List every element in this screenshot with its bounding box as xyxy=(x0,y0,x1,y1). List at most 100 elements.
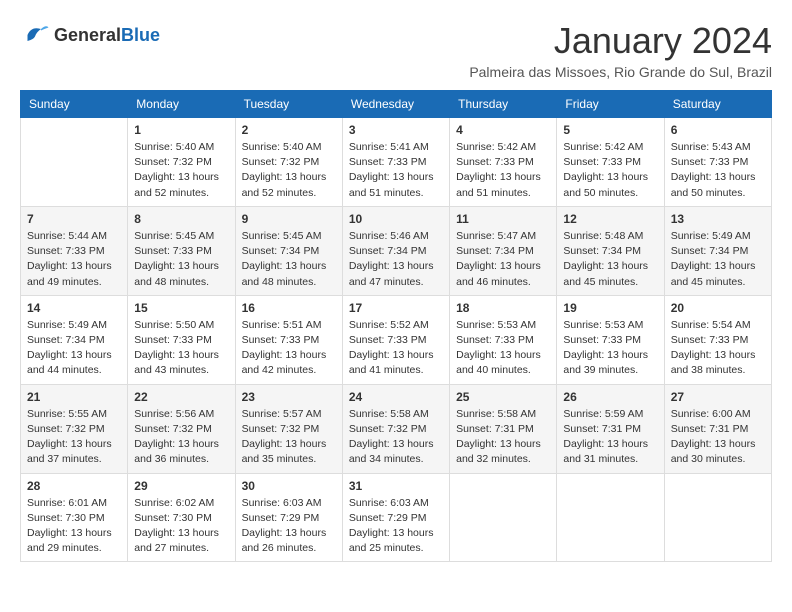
day-number: 6 xyxy=(671,123,765,137)
title-section: January 2024 Palmeira das Missoes, Rio G… xyxy=(469,20,772,80)
calendar-cell: 7 Sunrise: 5:44 AM Sunset: 7:33 PM Dayli… xyxy=(21,206,128,295)
calendar-cell: 19 Sunrise: 5:53 AM Sunset: 7:33 PM Dayl… xyxy=(557,295,664,384)
logo-blue-text: Blue xyxy=(121,25,160,45)
calendar-cell: 10 Sunrise: 5:46 AM Sunset: 7:34 PM Dayl… xyxy=(342,206,449,295)
day-number: 25 xyxy=(456,390,550,404)
day-info: Sunrise: 5:53 AM Sunset: 7:33 PM Dayligh… xyxy=(563,318,657,379)
day-info: Sunrise: 5:42 AM Sunset: 7:33 PM Dayligh… xyxy=(563,140,657,201)
day-number: 11 xyxy=(456,212,550,226)
calendar-week-row: 1 Sunrise: 5:40 AM Sunset: 7:32 PM Dayli… xyxy=(21,118,772,207)
calendar-cell: 23 Sunrise: 5:57 AM Sunset: 7:32 PM Dayl… xyxy=(235,384,342,473)
logo: GeneralBlue xyxy=(20,20,160,50)
day-number: 30 xyxy=(242,479,336,493)
column-header-wednesday: Wednesday xyxy=(342,91,449,118)
calendar-cell xyxy=(21,118,128,207)
calendar-cell: 11 Sunrise: 5:47 AM Sunset: 7:34 PM Dayl… xyxy=(450,206,557,295)
day-info: Sunrise: 5:49 AM Sunset: 7:34 PM Dayligh… xyxy=(27,318,121,379)
day-number: 12 xyxy=(563,212,657,226)
day-info: Sunrise: 5:49 AM Sunset: 7:34 PM Dayligh… xyxy=(671,229,765,290)
day-number: 14 xyxy=(27,301,121,315)
calendar-body: 1 Sunrise: 5:40 AM Sunset: 7:32 PM Dayli… xyxy=(21,118,772,562)
day-info: Sunrise: 5:53 AM Sunset: 7:33 PM Dayligh… xyxy=(456,318,550,379)
day-info: Sunrise: 5:46 AM Sunset: 7:34 PM Dayligh… xyxy=(349,229,443,290)
day-info: Sunrise: 5:57 AM Sunset: 7:32 PM Dayligh… xyxy=(242,407,336,468)
calendar-cell: 30 Sunrise: 6:03 AM Sunset: 7:29 PM Dayl… xyxy=(235,473,342,562)
day-info: Sunrise: 5:50 AM Sunset: 7:33 PM Dayligh… xyxy=(134,318,228,379)
calendar-cell: 15 Sunrise: 5:50 AM Sunset: 7:33 PM Dayl… xyxy=(128,295,235,384)
calendar-cell: 18 Sunrise: 5:53 AM Sunset: 7:33 PM Dayl… xyxy=(450,295,557,384)
day-number: 2 xyxy=(242,123,336,137)
calendar-table: SundayMondayTuesdayWednesdayThursdayFrid… xyxy=(20,90,772,562)
day-number: 8 xyxy=(134,212,228,226)
calendar-cell: 6 Sunrise: 5:43 AM Sunset: 7:33 PM Dayli… xyxy=(664,118,771,207)
calendar-cell: 20 Sunrise: 5:54 AM Sunset: 7:33 PM Dayl… xyxy=(664,295,771,384)
calendar-cell: 5 Sunrise: 5:42 AM Sunset: 7:33 PM Dayli… xyxy=(557,118,664,207)
calendar-week-row: 7 Sunrise: 5:44 AM Sunset: 7:33 PM Dayli… xyxy=(21,206,772,295)
day-number: 15 xyxy=(134,301,228,315)
calendar-cell: 22 Sunrise: 5:56 AM Sunset: 7:32 PM Dayl… xyxy=(128,384,235,473)
day-number: 5 xyxy=(563,123,657,137)
calendar-cell: 12 Sunrise: 5:48 AM Sunset: 7:34 PM Dayl… xyxy=(557,206,664,295)
page-header: GeneralBlue January 2024 Palmeira das Mi… xyxy=(20,20,772,80)
day-info: Sunrise: 5:58 AM Sunset: 7:31 PM Dayligh… xyxy=(456,407,550,468)
column-header-thursday: Thursday xyxy=(450,91,557,118)
day-info: Sunrise: 5:52 AM Sunset: 7:33 PM Dayligh… xyxy=(349,318,443,379)
day-number: 18 xyxy=(456,301,550,315)
calendar-header-row: SundayMondayTuesdayWednesdayThursdayFrid… xyxy=(21,91,772,118)
location-title: Palmeira das Missoes, Rio Grande do Sul,… xyxy=(469,64,772,80)
column-header-tuesday: Tuesday xyxy=(235,91,342,118)
day-info: Sunrise: 5:55 AM Sunset: 7:32 PM Dayligh… xyxy=(27,407,121,468)
day-info: Sunrise: 5:43 AM Sunset: 7:33 PM Dayligh… xyxy=(671,140,765,201)
calendar-cell: 21 Sunrise: 5:55 AM Sunset: 7:32 PM Dayl… xyxy=(21,384,128,473)
calendar-cell xyxy=(557,473,664,562)
column-header-saturday: Saturday xyxy=(664,91,771,118)
calendar-cell: 4 Sunrise: 5:42 AM Sunset: 7:33 PM Dayli… xyxy=(450,118,557,207)
day-info: Sunrise: 5:47 AM Sunset: 7:34 PM Dayligh… xyxy=(456,229,550,290)
calendar-week-row: 14 Sunrise: 5:49 AM Sunset: 7:34 PM Dayl… xyxy=(21,295,772,384)
day-number: 4 xyxy=(456,123,550,137)
calendar-cell: 3 Sunrise: 5:41 AM Sunset: 7:33 PM Dayli… xyxy=(342,118,449,207)
calendar-cell: 13 Sunrise: 5:49 AM Sunset: 7:34 PM Dayl… xyxy=(664,206,771,295)
day-number: 31 xyxy=(349,479,443,493)
day-number: 24 xyxy=(349,390,443,404)
calendar-cell: 27 Sunrise: 6:00 AM Sunset: 7:31 PM Dayl… xyxy=(664,384,771,473)
day-info: Sunrise: 6:02 AM Sunset: 7:30 PM Dayligh… xyxy=(134,496,228,557)
month-title: January 2024 xyxy=(469,20,772,62)
column-header-monday: Monday xyxy=(128,91,235,118)
calendar-cell: 1 Sunrise: 5:40 AM Sunset: 7:32 PM Dayli… xyxy=(128,118,235,207)
day-number: 7 xyxy=(27,212,121,226)
calendar-cell: 24 Sunrise: 5:58 AM Sunset: 7:32 PM Dayl… xyxy=(342,384,449,473)
day-number: 1 xyxy=(134,123,228,137)
day-info: Sunrise: 5:45 AM Sunset: 7:34 PM Dayligh… xyxy=(242,229,336,290)
logo-general-text: General xyxy=(54,25,121,45)
column-header-sunday: Sunday xyxy=(21,91,128,118)
day-number: 19 xyxy=(563,301,657,315)
day-info: Sunrise: 5:51 AM Sunset: 7:33 PM Dayligh… xyxy=(242,318,336,379)
day-info: Sunrise: 5:44 AM Sunset: 7:33 PM Dayligh… xyxy=(27,229,121,290)
day-number: 21 xyxy=(27,390,121,404)
day-info: Sunrise: 5:40 AM Sunset: 7:32 PM Dayligh… xyxy=(242,140,336,201)
column-header-friday: Friday xyxy=(557,91,664,118)
day-number: 17 xyxy=(349,301,443,315)
day-number: 28 xyxy=(27,479,121,493)
logo-bird-icon xyxy=(20,20,50,50)
day-number: 3 xyxy=(349,123,443,137)
day-number: 16 xyxy=(242,301,336,315)
day-info: Sunrise: 5:41 AM Sunset: 7:33 PM Dayligh… xyxy=(349,140,443,201)
day-info: Sunrise: 5:45 AM Sunset: 7:33 PM Dayligh… xyxy=(134,229,228,290)
day-info: Sunrise: 5:56 AM Sunset: 7:32 PM Dayligh… xyxy=(134,407,228,468)
day-info: Sunrise: 6:03 AM Sunset: 7:29 PM Dayligh… xyxy=(349,496,443,557)
day-info: Sunrise: 5:42 AM Sunset: 7:33 PM Dayligh… xyxy=(456,140,550,201)
day-info: Sunrise: 5:48 AM Sunset: 7:34 PM Dayligh… xyxy=(563,229,657,290)
day-info: Sunrise: 5:40 AM Sunset: 7:32 PM Dayligh… xyxy=(134,140,228,201)
day-number: 27 xyxy=(671,390,765,404)
day-info: Sunrise: 6:00 AM Sunset: 7:31 PM Dayligh… xyxy=(671,407,765,468)
calendar-cell: 17 Sunrise: 5:52 AM Sunset: 7:33 PM Dayl… xyxy=(342,295,449,384)
calendar-week-row: 21 Sunrise: 5:55 AM Sunset: 7:32 PM Dayl… xyxy=(21,384,772,473)
day-info: Sunrise: 5:59 AM Sunset: 7:31 PM Dayligh… xyxy=(563,407,657,468)
calendar-week-row: 28 Sunrise: 6:01 AM Sunset: 7:30 PM Dayl… xyxy=(21,473,772,562)
day-info: Sunrise: 5:54 AM Sunset: 7:33 PM Dayligh… xyxy=(671,318,765,379)
calendar-cell: 29 Sunrise: 6:02 AM Sunset: 7:30 PM Dayl… xyxy=(128,473,235,562)
day-number: 26 xyxy=(563,390,657,404)
day-number: 22 xyxy=(134,390,228,404)
